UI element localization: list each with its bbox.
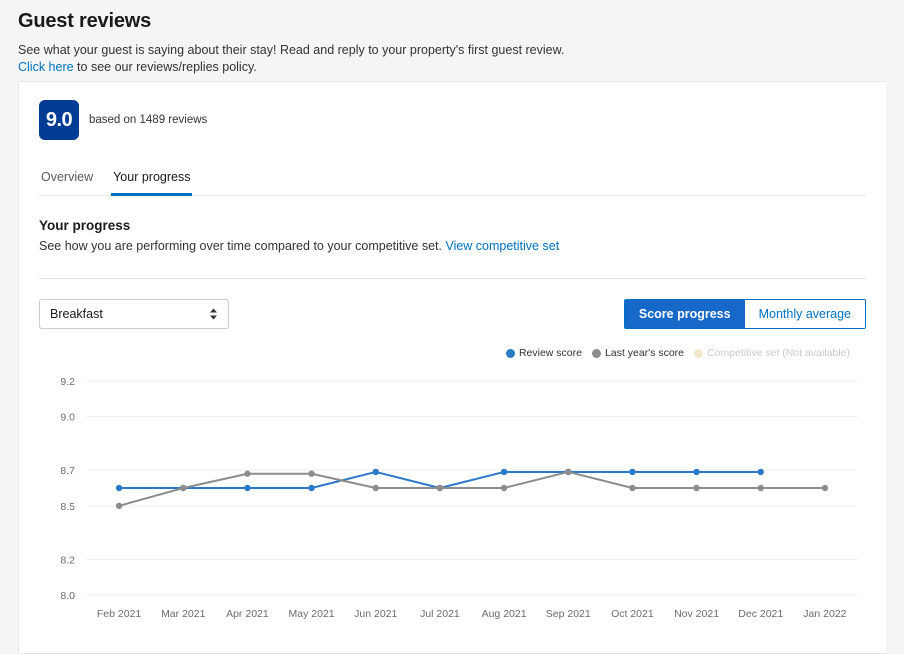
legend-label-competitive-set: Competitive set (Not available) bbox=[707, 347, 850, 359]
y-axis-tick: 8.2 bbox=[60, 554, 75, 566]
series-point[interactable] bbox=[501, 469, 507, 475]
x-axis-tick: Oct 2021 bbox=[611, 608, 654, 620]
tab-overview[interactable]: Overview bbox=[39, 170, 95, 196]
series-point[interactable] bbox=[629, 469, 635, 475]
series-point[interactable] bbox=[758, 469, 764, 475]
policy-rest-text: to see our reviews/replies policy. bbox=[74, 60, 257, 74]
series-point[interactable] bbox=[629, 485, 635, 491]
y-axis-tick: 8.5 bbox=[60, 501, 75, 513]
x-axis-tick: May 2021 bbox=[289, 608, 335, 620]
x-axis-tick: Jan 2022 bbox=[803, 608, 846, 620]
chart-legend: Review score Last year's score Competiti… bbox=[39, 347, 866, 359]
page-header: Guest reviews See what your guest is say… bbox=[0, 0, 904, 76]
series-point[interactable] bbox=[180, 485, 186, 491]
series-point[interactable] bbox=[116, 503, 122, 509]
page-description-text: See what your guest is saying about thei… bbox=[18, 43, 564, 57]
x-axis-tick: Feb 2021 bbox=[97, 608, 142, 620]
legend-item-review-score[interactable]: Review score bbox=[506, 347, 582, 359]
series-point[interactable] bbox=[693, 485, 699, 491]
chart-canvas: 8.0 8.2 8.5 8.7 9.0 9.2 Feb 2021 Mar 2021 Apr 20… bbox=[39, 367, 867, 637]
view-competitive-set-link[interactable]: View competitive set bbox=[445, 239, 559, 253]
y-axis-tick: 9.0 bbox=[60, 412, 75, 424]
score-badge: 9.0 bbox=[39, 100, 79, 140]
score-review-count: based on 1489 reviews bbox=[89, 114, 207, 126]
toggle-monthly-average[interactable]: Monthly average bbox=[745, 300, 865, 328]
x-axis-tick: Sep 2021 bbox=[546, 608, 591, 620]
tab-your-progress[interactable]: Your progress bbox=[111, 170, 192, 196]
series-point[interactable] bbox=[501, 485, 507, 491]
series-point[interactable] bbox=[116, 485, 122, 491]
page-description: See what your guest is saying about thei… bbox=[18, 42, 886, 76]
x-axis-tick: Jul 2021 bbox=[420, 608, 460, 620]
y-axis-tick: 9.2 bbox=[60, 376, 75, 388]
progress-section: Your progress See how you are performing… bbox=[39, 218, 866, 253]
legend-item-last-years-score[interactable]: Last year's score bbox=[592, 347, 684, 359]
series-point[interactable] bbox=[244, 485, 250, 491]
x-axis-tick: Nov 2021 bbox=[674, 608, 719, 620]
reviews-card: 9.0 based on 1489 reviews Overview Your … bbox=[18, 81, 886, 654]
x-axis-tick: Jun 2021 bbox=[354, 608, 397, 620]
series-point[interactable] bbox=[244, 471, 250, 477]
policy-link[interactable]: Click here bbox=[18, 60, 74, 74]
legend-dot-faded bbox=[694, 349, 703, 358]
x-axis-tick: Aug 2021 bbox=[482, 608, 527, 620]
section-divider bbox=[39, 278, 866, 279]
chevron-updown-icon bbox=[209, 308, 218, 321]
progress-section-title: Your progress bbox=[39, 218, 866, 233]
score-summary: 9.0 based on 1489 reviews bbox=[39, 100, 866, 140]
series-point[interactable] bbox=[373, 469, 379, 475]
series-point[interactable] bbox=[822, 485, 828, 491]
category-select-value: Breakfast bbox=[50, 307, 103, 321]
page-title: Guest reviews bbox=[18, 10, 886, 33]
progress-description-text: See how you are performing over time com… bbox=[39, 239, 442, 253]
y-axis-tick: 8.7 bbox=[60, 465, 75, 477]
legend-dot-blue bbox=[506, 349, 515, 358]
progress-section-description: See how you are performing over time com… bbox=[39, 239, 866, 253]
x-axis-tick: Apr 2021 bbox=[226, 608, 269, 620]
series-point[interactable] bbox=[693, 469, 699, 475]
y-axis-tick: 8.0 bbox=[60, 590, 75, 602]
view-toggle-group: Score progress Monthly average bbox=[624, 299, 866, 329]
series-point[interactable] bbox=[758, 485, 764, 491]
series-point[interactable] bbox=[308, 485, 314, 491]
category-select[interactable]: Breakfast bbox=[39, 299, 229, 329]
progress-chart: 8.0 8.2 8.5 8.7 9.0 9.2 Feb 2021 Mar 2021 Apr 20… bbox=[39, 367, 866, 637]
legend-label-review-score: Review score bbox=[519, 347, 582, 359]
series-point[interactable] bbox=[373, 485, 379, 491]
tab-bar: Overview Your progress bbox=[39, 170, 866, 196]
legend-dot-gray bbox=[592, 349, 601, 358]
series-point[interactable] bbox=[308, 471, 314, 477]
x-axis-tick: Mar 2021 bbox=[161, 608, 206, 620]
legend-label-last-years-score: Last year's score bbox=[605, 347, 684, 359]
x-axis-tick: Dec 2021 bbox=[738, 608, 783, 620]
series-point[interactable] bbox=[565, 469, 571, 475]
chart-controls: Breakfast Score progress Monthly average bbox=[39, 299, 866, 329]
toggle-score-progress[interactable]: Score progress bbox=[625, 300, 745, 328]
legend-item-competitive-set: Competitive set (Not available) bbox=[694, 347, 850, 359]
series-point[interactable] bbox=[437, 485, 443, 491]
